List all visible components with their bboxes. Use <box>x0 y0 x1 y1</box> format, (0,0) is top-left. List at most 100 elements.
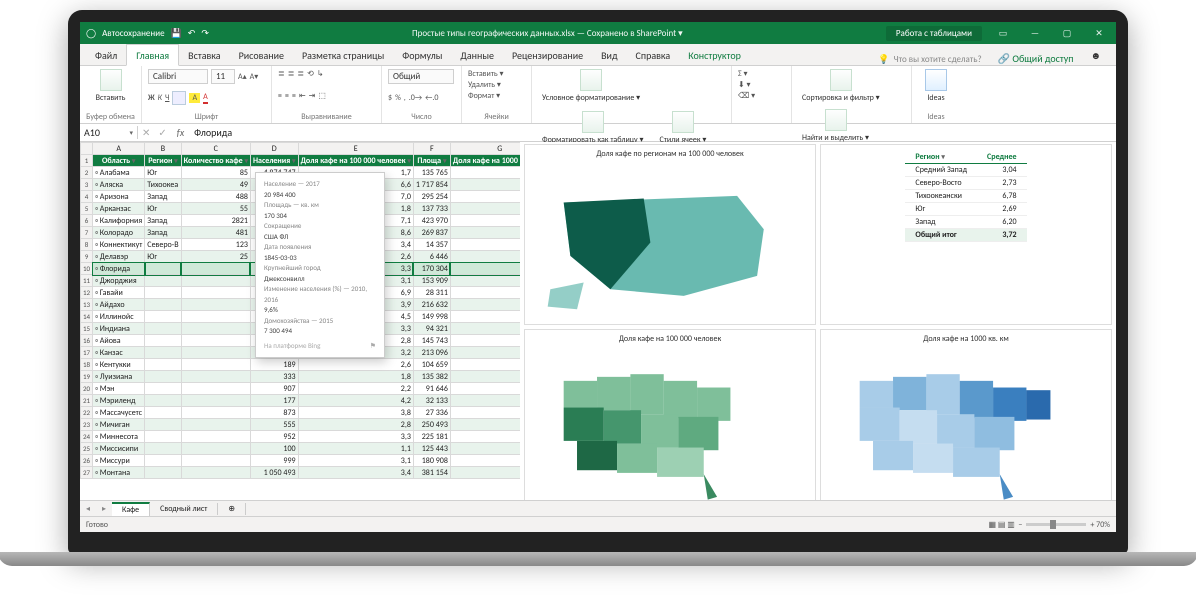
align-center-icon[interactable]: ≡ <box>285 91 289 101</box>
comments-icon[interactable]: ☻ <box>1081 45 1110 65</box>
minimize-icon[interactable]: — <box>1024 28 1046 39</box>
table-header-cell[interactable]: Регион ▾ <box>145 155 181 167</box>
chart-map-per-1000km[interactable]: Доля кафе на 1000 кв. км <box>820 329 1112 500</box>
tab-draw[interactable]: Рисование <box>230 45 293 65</box>
table-header-cell[interactable]: Доля кафе на 100 000 человек ▾ <box>298 155 413 167</box>
font-color-icon[interactable]: A <box>203 92 208 104</box>
autosum-icon[interactable]: Σ ▾ <box>738 69 748 79</box>
view-layout-icon[interactable]: ▤ <box>998 520 1006 530</box>
currency-icon[interactable]: $ <box>388 93 392 103</box>
sheet-tab-pivot[interactable]: Сводный лист <box>150 503 218 515</box>
table-row[interactable]: 19▫ Луизиана3331,8135 3820,62 <box>81 371 521 383</box>
table-row[interactable]: 22▫ Массачусетс8733,827 3369,55 <box>81 407 521 419</box>
merge-icon[interactable]: ⬚ <box>318 91 326 101</box>
fx-icon[interactable]: fx <box>171 126 190 139</box>
col-header[interactable]: F <box>413 143 450 155</box>
autosave-toggle[interactable]: ◯ <box>86 28 96 39</box>
zoom-in-button[interactable]: + <box>1090 520 1094 530</box>
italic-button[interactable]: К <box>158 93 162 103</box>
sheet-nav-next-icon[interactable]: ▸ <box>96 504 112 514</box>
table-row[interactable]: 24▫ Миннесота9523,3225 1810,82 <box>81 431 521 443</box>
sort-filter-button[interactable]: Сортировка и фильтр ▾ <box>798 69 884 103</box>
new-sheet-button[interactable]: ⊕ <box>218 503 246 515</box>
align-bot-icon[interactable]: ≣ <box>297 69 304 79</box>
table-header-cell[interactable]: Доля кафе на 1000 кв. км ▾ <box>450 155 520 167</box>
clear-icon[interactable]: ⌫ ▾ <box>738 91 755 101</box>
col-header[interactable]: E <box>298 143 413 155</box>
ribbon-options-icon[interactable]: ▭ <box>992 28 1014 39</box>
decrease-font-icon[interactable]: A▾ <box>250 72 259 82</box>
ideas-button[interactable]: Ideas <box>918 69 954 103</box>
view-pagebreak-icon[interactable]: ▥ <box>1007 520 1015 530</box>
table-row[interactable]: 20▫ Мэн9072,291 6460,33 <box>81 383 521 395</box>
pivot-row[interactable]: Юг2,69 <box>905 203 1026 216</box>
enter-formula-icon[interactable]: ✓ <box>154 126 170 139</box>
table-header-cell[interactable]: Населения ▾ <box>250 155 298 167</box>
zoom-slider[interactable] <box>1026 523 1086 526</box>
col-header[interactable]: G <box>450 143 520 155</box>
zoom-level[interactable]: 70% <box>1096 520 1110 530</box>
name-box[interactable]: A10▾ <box>80 126 138 139</box>
tab-data[interactable]: Данные <box>451 45 503 65</box>
percent-icon[interactable]: % <box>395 93 401 103</box>
pivot-row[interactable]: Северо-Восто2,73 <box>905 177 1026 190</box>
number-format-select[interactable]: Общий <box>388 69 454 84</box>
col-header[interactable]: D <box>250 143 298 155</box>
table-header-cell[interactable]: Количество кафе ▾ <box>181 155 250 167</box>
comma-icon[interactable]: , <box>404 93 406 103</box>
wrap-text-icon[interactable]: ↳ <box>317 69 324 79</box>
save-icon[interactable]: 💾 <box>171 28 182 39</box>
redo-icon[interactable]: ↷ <box>201 28 209 39</box>
tab-home[interactable]: Главная <box>126 44 179 66</box>
dec-decimal-icon[interactable]: ←.0 <box>425 93 438 103</box>
undo-icon[interactable]: ↶ <box>188 28 196 39</box>
tab-formulas[interactable]: Формулы <box>393 45 451 65</box>
pivot-row[interactable]: Средний Запад3,04 <box>905 164 1026 177</box>
share-button[interactable]: 🔗 Общий доступ <box>990 52 1082 65</box>
tab-design[interactable]: Конструктор <box>679 45 750 65</box>
flag-icon[interactable]: ⚑ <box>370 341 376 352</box>
col-header[interactable]: B <box>145 143 181 155</box>
tab-file[interactable]: Файл <box>86 45 126 65</box>
indent-inc-icon[interactable]: ⇥ <box>309 91 316 101</box>
sheet-tab-cafe[interactable]: Кафе <box>112 502 150 516</box>
paste-button[interactable]: Вставить <box>86 69 135 103</box>
cancel-formula-icon[interactable]: ✕ <box>138 126 154 139</box>
chart-map-regions[interactable]: Доля кафе по регионам на 100 000 человек <box>524 144 816 325</box>
close-icon[interactable]: ✕ <box>1088 28 1110 39</box>
indent-dec-icon[interactable]: ⇤ <box>299 91 306 101</box>
table-row[interactable]: 27▫ Монтана1 050 4933,4381 1540,09 <box>81 467 521 479</box>
tab-pagelayout[interactable]: Разметка страницы <box>293 45 393 65</box>
tab-review[interactable]: Рецензирование <box>503 45 592 65</box>
col-header[interactable]: A <box>93 143 145 155</box>
table-row[interactable]: 23▫ Мичиган5552,8250 4931,13 <box>81 419 521 431</box>
align-top-icon[interactable]: ≣ <box>278 69 285 79</box>
tab-insert[interactable]: Вставка <box>179 45 229 65</box>
font-size-select[interactable]: 11 <box>211 69 235 84</box>
table-row[interactable]: 26▫ Миссури9993,1180 9081,04 <box>81 455 521 467</box>
inc-decimal-icon[interactable]: .0→ <box>409 93 422 103</box>
border-icon[interactable] <box>172 91 186 105</box>
table-header-cell[interactable]: Площа ▾ <box>413 155 450 167</box>
conditional-formatting-button[interactable]: Условное форматирование ▾ <box>538 69 644 103</box>
sheet-nav-prev-icon[interactable]: ◂ <box>80 504 96 514</box>
delete-cells-button[interactable]: Удалить ▾ <box>468 80 525 90</box>
chart-map-per-100k[interactable]: Доля кафе на 100 000 человек <box>524 329 816 500</box>
tab-view[interactable]: Вид <box>592 45 626 65</box>
table-row[interactable]: 18▫ Кентукки1892,6104 6591,11 <box>81 359 521 371</box>
tell-me-search[interactable]: 💡Что вы хотите сделать? <box>870 54 989 65</box>
table-row[interactable]: 25▫ Миссисипи1001,1125 4430,26 <box>81 443 521 455</box>
table-row[interactable]: 21▫ Мэриленд1774,232 1338,00 <box>81 395 521 407</box>
formula-input[interactable]: Флорида <box>190 126 1116 139</box>
fill-color-icon[interactable]: A <box>189 93 200 103</box>
underline-button[interactable]: Ч <box>165 93 169 103</box>
tab-help[interactable]: Справка <box>627 45 680 65</box>
pivot-region-average[interactable]: Регион ▾СреднееСредний Запад3,04Северо-В… <box>820 144 1112 325</box>
pivot-row[interactable]: Запад6,20 <box>905 216 1026 229</box>
font-name-select[interactable]: Calibri <box>148 69 208 84</box>
context-tab-tabletools[interactable]: Работа с таблицами <box>886 26 982 41</box>
align-left-icon[interactable]: ≡ <box>278 91 282 101</box>
orientation-icon[interactable]: ⟲ <box>307 69 314 79</box>
table-header-cell[interactable]: Область ▾ <box>93 155 145 167</box>
insert-cells-button[interactable]: Вставить ▾ <box>468 69 525 79</box>
